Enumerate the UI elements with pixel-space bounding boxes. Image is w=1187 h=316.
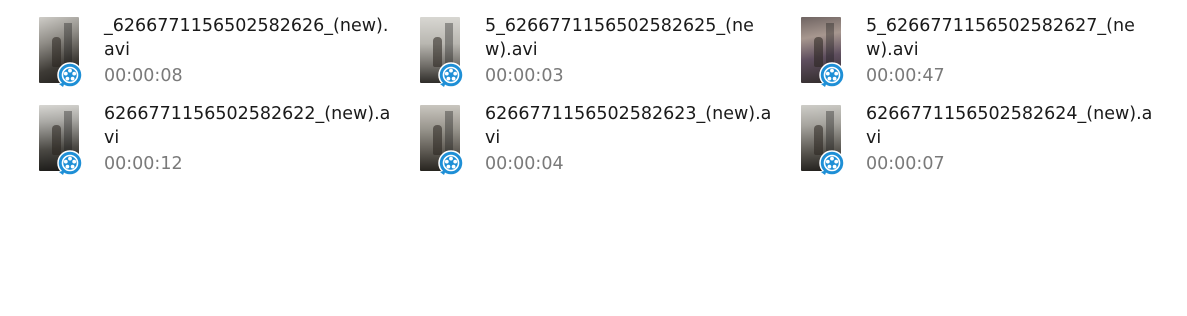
file-duration: 00:00:07	[866, 154, 945, 174]
file-duration: 00:00:03	[485, 66, 564, 86]
file-duration: 00:00:12	[104, 154, 183, 174]
video-file-icon	[438, 150, 464, 176]
file-item[interactable]: 6266771156502582623_(new).avi 00:00:04	[420, 102, 801, 190]
file-grid: _6266771156502582626_(new).avi 00:00:08 …	[39, 14, 1179, 190]
file-item[interactable]: _6266771156502582626_(new).avi 00:00:08	[39, 14, 420, 102]
file-name: 6266771156502582624_(new).avi	[866, 104, 1153, 148]
file-name: 6266771156502582623_(new).avi	[485, 104, 772, 148]
video-file-icon	[438, 62, 464, 88]
file-item[interactable]: 6266771156502582622_(new).avi 00:00:12	[39, 102, 420, 190]
file-item[interactable]: 5_6266771156502582625_(new).avi 00:00:03	[420, 14, 801, 102]
file-duration: 00:00:08	[104, 66, 183, 86]
file-duration: 00:00:04	[485, 154, 564, 174]
file-name: _6266771156502582626_(new).avi	[104, 16, 389, 60]
video-file-icon	[57, 150, 83, 176]
file-item[interactable]: 6266771156502582624_(new).avi 00:00:07	[801, 102, 1179, 190]
video-file-icon	[819, 150, 845, 176]
file-name: 5_6266771156502582625_(new).avi	[485, 16, 754, 60]
file-item[interactable]: 5_6266771156502582627_(new).avi 00:00:47	[801, 14, 1179, 102]
file-name: 6266771156502582622_(new).avi	[104, 104, 391, 148]
file-name: 5_6266771156502582627_(new).avi	[866, 16, 1135, 60]
video-file-icon	[819, 62, 845, 88]
video-file-icon	[57, 62, 83, 88]
file-duration: 00:00:47	[866, 66, 945, 86]
